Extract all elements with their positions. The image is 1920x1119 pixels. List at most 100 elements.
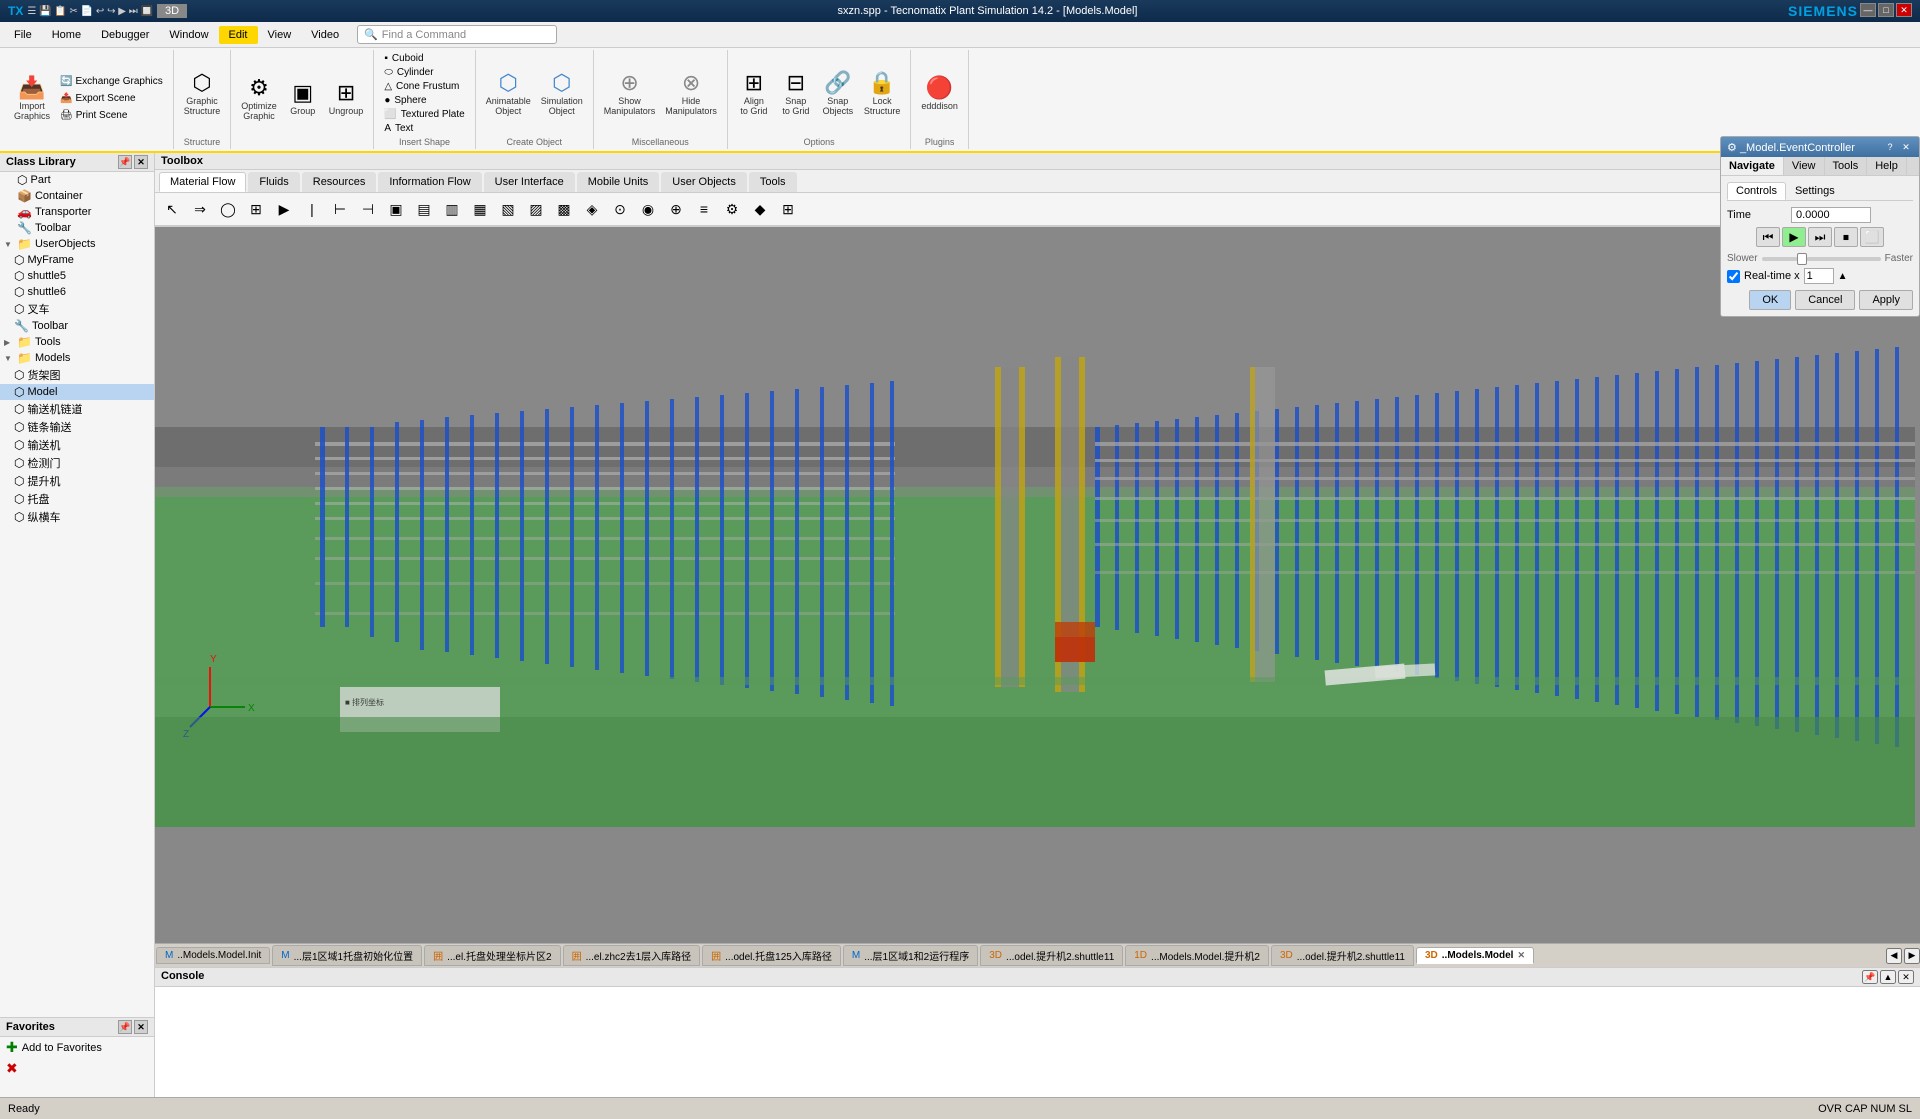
tool-box2[interactable]: ▤ xyxy=(411,196,437,222)
tree-item-models[interactable]: ▼ 📁 Models xyxy=(0,350,154,366)
tool-box6[interactable]: ▨ xyxy=(523,196,549,222)
ec-realtime-value[interactable] xyxy=(1804,268,1834,284)
tree-item-gate[interactable]: ⬡ 检测门 xyxy=(0,454,154,472)
menu-debugger[interactable]: Debugger xyxy=(91,26,159,44)
tab-scroll-right[interactable]: ▶ xyxy=(1904,948,1920,964)
menu-window[interactable]: Window xyxy=(159,26,218,44)
tree-item-pallet[interactable]: ⬡ 托盘 xyxy=(0,490,154,508)
ec-tab-navigate[interactable]: Navigate xyxy=(1721,157,1784,175)
tree-item-shuttle[interactable]: ⬡ 纵横车 xyxy=(0,508,154,526)
snap-to-grid-button[interactable]: ⊟ Snapto Grid xyxy=(776,69,816,119)
cylinder-button[interactable]: ⬭Cylinder xyxy=(380,66,468,79)
tool-box3[interactable]: ▥ xyxy=(439,196,465,222)
align-to-grid-button[interactable]: ⊞ Alignto Grid xyxy=(734,69,774,119)
add-to-favorites-button[interactable]: ✚ Add to Favorites xyxy=(0,1037,154,1058)
tree-item-conveyor[interactable]: ⬡ 输送机 xyxy=(0,436,154,454)
ec-help-button[interactable]: ? xyxy=(1883,140,1897,154)
tool-box[interactable]: ▣ xyxy=(383,196,409,222)
tab-models-lift2[interactable]: 1D ...Models.Model.提升机2 xyxy=(1125,945,1269,966)
viewport-3d[interactable]: Y X Z ■ 排列坐标 xyxy=(155,227,1920,943)
tool-grid[interactable]: ⊕ xyxy=(663,196,689,222)
tool-box4[interactable]: ▦ xyxy=(467,196,493,222)
tool-split[interactable]: ⊣ xyxy=(355,196,381,222)
sphere-button[interactable]: ●Sphere xyxy=(380,94,468,107)
ec-step-button[interactable]: ⬜ xyxy=(1860,227,1884,247)
tree-item-model[interactable]: ⬡ Model xyxy=(0,384,154,400)
close-button[interactable]: ✕ xyxy=(1896,3,1912,17)
panel-pin-button[interactable]: 📌 xyxy=(118,155,132,169)
import-graphics-button[interactable]: 📥 ImportGraphics xyxy=(10,74,54,124)
ec-cancel-button[interactable]: Cancel xyxy=(1795,290,1855,310)
ec-tab-tools[interactable]: Tools xyxy=(1825,157,1868,175)
tab-tools[interactable]: Tools xyxy=(749,172,797,192)
hide-manipulators-button[interactable]: ⊗ HideManipulators xyxy=(661,69,721,119)
tree-item-shuttle6[interactable]: ⬡ shuttle6 xyxy=(0,284,154,300)
tool-cursor[interactable]: ↖ xyxy=(159,196,185,222)
show-manipulators-button[interactable]: ⊕ ShowManipulators xyxy=(600,69,660,119)
ec-stepper-up[interactable]: ▲ xyxy=(1838,271,1848,282)
tree-item-rack-plan[interactable]: ⬡ 货架图 xyxy=(0,366,154,384)
maximize-button[interactable]: □ xyxy=(1878,3,1894,17)
ec-subtab-controls[interactable]: Controls xyxy=(1727,182,1786,200)
tab-scroll-left[interactable]: ◀ xyxy=(1886,948,1902,964)
ec-close-button[interactable]: ✕ xyxy=(1899,140,1913,154)
remove-favorites-button[interactable]: ✖ xyxy=(0,1058,154,1079)
menu-edit[interactable]: Edit xyxy=(219,26,258,44)
tool-box7[interactable]: ▩ xyxy=(551,196,577,222)
ec-subtab-settings[interactable]: Settings xyxy=(1786,182,1844,200)
tab-3d-models-model[interactable]: 3D ..Models.Model ✕ xyxy=(1416,947,1534,964)
tool-flow[interactable]: ⇒ xyxy=(187,196,213,222)
tree-item-conveyor-chain[interactable]: ⬡ 输送机链道 xyxy=(0,400,154,418)
tree-item-toolbar1[interactable]: 🔧 Toolbar xyxy=(0,220,154,236)
tree-item-part[interactable]: ⬡ Part xyxy=(0,172,154,188)
group-button[interactable]: ▣ Group xyxy=(283,79,323,119)
ec-tab-help[interactable]: Help xyxy=(1867,157,1907,175)
console-close-button[interactable]: ✕ xyxy=(1898,970,1914,984)
menu-file[interactable]: File xyxy=(4,26,42,44)
menu-home[interactable]: Home xyxy=(42,26,91,44)
ec-realtime-checkbox[interactable] xyxy=(1727,270,1740,283)
tool-circle2[interactable]: ⊙ xyxy=(607,196,633,222)
tab-pallet-coord[interactable]: 囲 ...el.托盘处理坐标片区2 xyxy=(424,945,560,966)
tool-routing[interactable]: ⊞ xyxy=(243,196,269,222)
tool-circle[interactable]: ◯ xyxy=(215,196,241,222)
print-scene-button[interactable]: 🖨 Print Scene xyxy=(56,108,167,123)
tool-grid2[interactable]: ⊞ xyxy=(775,196,801,222)
tree-item-forklift[interactable]: ⬡ 叉车 xyxy=(0,300,154,318)
favorites-close-button[interactable]: ✕ xyxy=(134,1020,148,1034)
cuboid-button[interactable]: ▪Cuboid xyxy=(380,52,468,65)
cone-frustum-button[interactable]: △Cone Frustum xyxy=(380,80,468,93)
ec-time-input[interactable] xyxy=(1791,207,1871,223)
graphic-structure-button[interactable]: ⬡ GraphicStructure xyxy=(180,69,225,119)
lock-structure-button[interactable]: 🔒 LockStructure xyxy=(860,69,905,119)
tab-model-init[interactable]: M ..Models.Model.Init xyxy=(156,947,270,964)
tool-gear[interactable]: ⚙ xyxy=(719,196,745,222)
edddison-button[interactable]: 🔴 edddison xyxy=(917,74,962,114)
tree-item-container[interactable]: 📦 Container xyxy=(0,188,154,204)
tab-material-flow[interactable]: Material Flow xyxy=(159,172,246,192)
tool-line[interactable]: | xyxy=(299,196,325,222)
tab-fluids[interactable]: Fluids xyxy=(248,172,299,192)
ec-tab-view[interactable]: View xyxy=(1784,157,1825,175)
find-command[interactable]: 🔍 Find a Command xyxy=(357,25,557,44)
console-expand-button[interactable]: ▲ xyxy=(1880,970,1896,984)
tab-zhc2-path[interactable]: 囲 ...el.zhc2去1层入库路径 xyxy=(563,945,701,966)
tab-user-objects[interactable]: User Objects xyxy=(661,172,747,192)
tool-box5[interactable]: ▧ xyxy=(495,196,521,222)
tool-play[interactable]: ▶ xyxy=(271,196,297,222)
text-button[interactable]: AText xyxy=(380,122,468,135)
tab-lift2-shuttle11-2[interactable]: 3D ...odel.提升机2.shuttle11 xyxy=(1271,945,1414,966)
tool-merge[interactable]: ⊢ xyxy=(327,196,353,222)
ec-ok-button[interactable]: OK xyxy=(1749,290,1791,310)
tree-item-myframe[interactable]: ⬡ MyFrame xyxy=(0,252,154,268)
ec-speed-slider[interactable] xyxy=(1762,257,1881,261)
exchange-graphics-button[interactable]: 🔄 Exchange Graphics xyxy=(56,74,167,89)
tree-item-toolbar2[interactable]: 🔧 Toolbar xyxy=(0,318,154,334)
simulation-object-button[interactable]: ⬡ SimulationObject xyxy=(537,69,587,119)
export-scene-button[interactable]: 📤 Export Scene xyxy=(56,91,167,106)
ec-play-button[interactable]: ▶ xyxy=(1782,227,1806,247)
tool-target[interactable]: ◉ xyxy=(635,196,661,222)
menu-view[interactable]: View xyxy=(258,26,302,44)
ec-stop-button[interactable]: ⏹ xyxy=(1834,227,1858,247)
ungroup-button[interactable]: ⊞ Ungroup xyxy=(325,79,368,119)
